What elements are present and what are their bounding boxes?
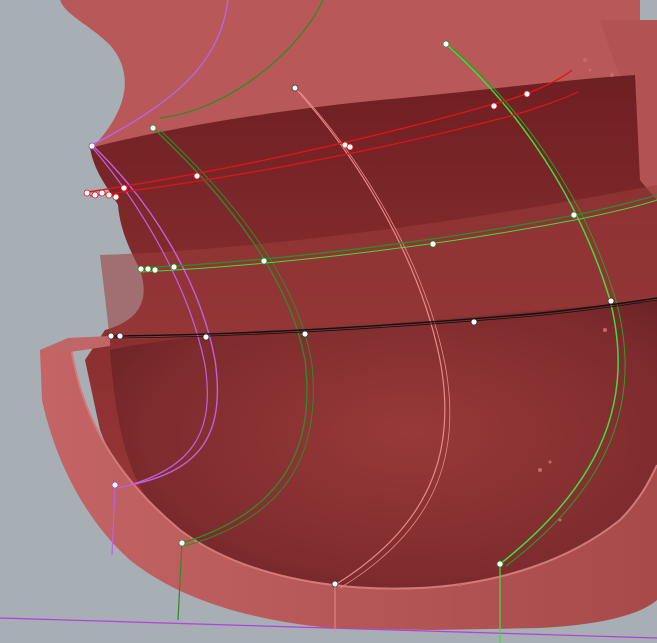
control-point[interactable] [523, 90, 531, 98]
control-point[interactable] [346, 143, 354, 151]
control-point[interactable] [120, 184, 128, 192]
viewport-scene[interactable] [0, 0, 657, 643]
control-point[interactable] [490, 102, 498, 110]
control-point[interactable] [178, 539, 186, 547]
control-point[interactable] [470, 318, 478, 326]
control-point[interactable] [202, 333, 210, 341]
control-point[interactable] [105, 191, 113, 199]
control-point[interactable] [137, 265, 145, 273]
control-point[interactable] [442, 40, 450, 48]
control-point[interactable] [107, 332, 115, 340]
control-point[interactable] [98, 189, 106, 197]
control-point[interactable] [193, 172, 201, 180]
control-point[interactable] [429, 240, 437, 248]
control-point[interactable] [607, 297, 615, 305]
control-point[interactable] [144, 265, 152, 273]
control-point[interactable] [570, 211, 578, 219]
control-point[interactable] [91, 191, 99, 199]
control-point[interactable] [112, 193, 120, 201]
control-point[interactable] [260, 257, 268, 265]
control-point[interactable] [291, 84, 299, 92]
control-point[interactable] [496, 560, 504, 568]
control-point[interactable] [331, 580, 339, 588]
control-point[interactable] [301, 330, 309, 338]
control-point[interactable] [151, 266, 159, 274]
control-point[interactable] [149, 124, 157, 132]
control-point[interactable] [88, 142, 96, 150]
control-point[interactable] [83, 189, 91, 197]
control-point[interactable] [116, 332, 124, 340]
control-point[interactable] [111, 481, 119, 489]
3d-viewport[interactable] [0, 0, 657, 643]
control-point[interactable] [170, 263, 178, 271]
